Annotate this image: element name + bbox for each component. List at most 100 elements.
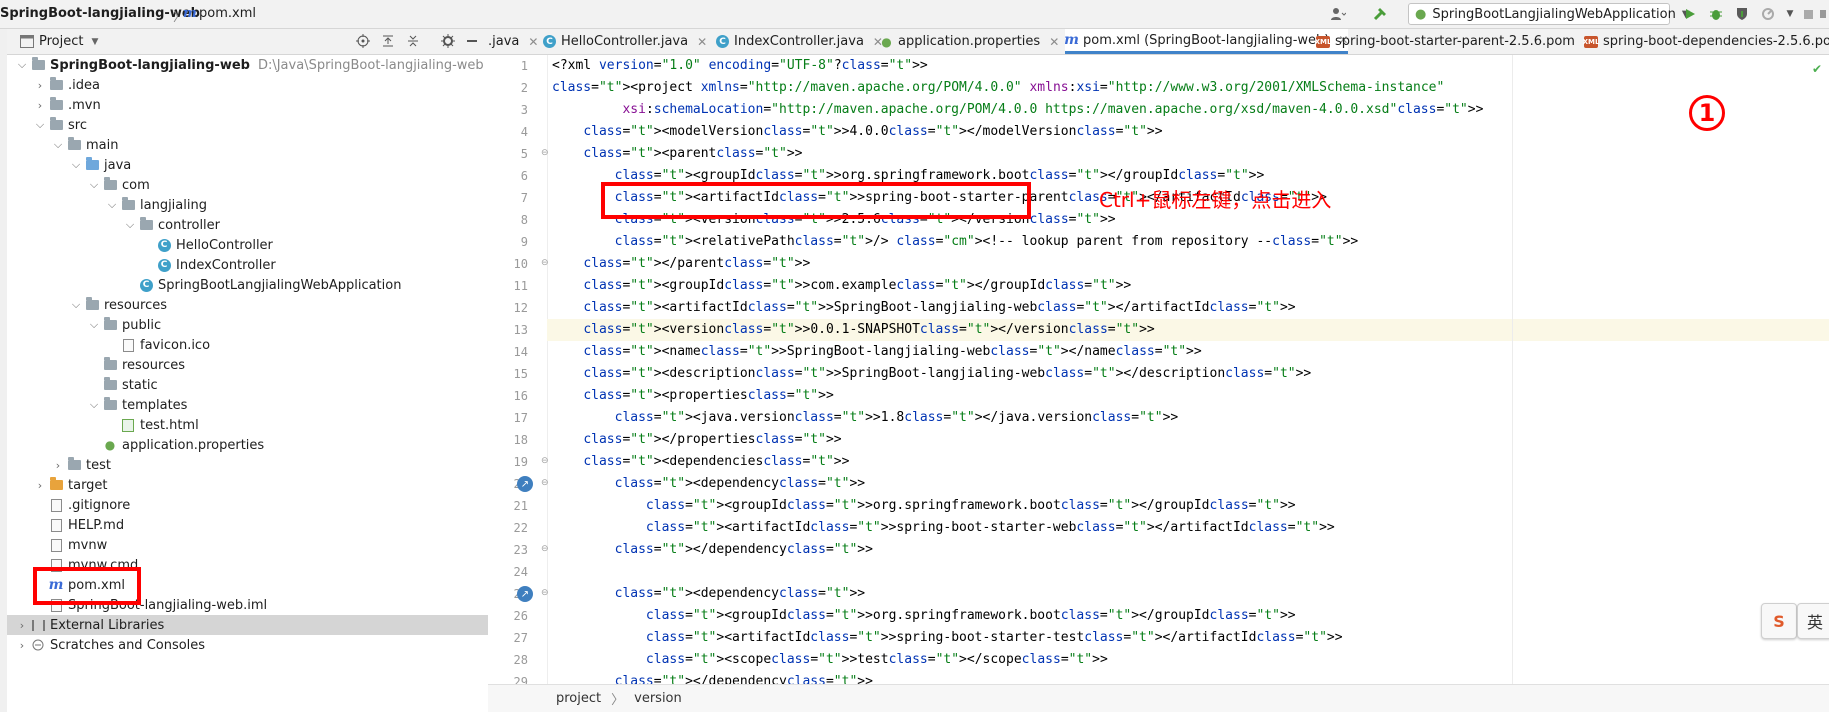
breadcrumb-item-project[interactable]: project	[556, 691, 601, 706]
close-icon[interactable]: ✕	[697, 35, 707, 49]
code-line[interactable]: class="t"><groupIdclass="t">>org.springf…	[552, 605, 1296, 627]
sogou-ime-icon[interactable]: S	[1761, 603, 1797, 639]
tree-item[interactable]: ⌵ controller	[7, 215, 488, 235]
tree-item[interactable]: ⌵ java	[7, 155, 488, 175]
code-line[interactable]: class="t"><groupIdclass="t">>com.example…	[552, 275, 1131, 297]
chevron-right-icon[interactable]: ›	[52, 459, 64, 472]
tree-item[interactable]: › Scratches and Consoles	[7, 635, 488, 655]
code-line[interactable]: class="t"></dependencyclass="t">>	[552, 671, 873, 684]
fold-icon[interactable]: ⊖	[541, 456, 549, 466]
coverage-icon[interactable]	[1732, 4, 1752, 24]
code-line[interactable]: class="t"><artifactIdclass="t">>SpringBo…	[552, 297, 1295, 319]
code-line[interactable]: class="t"><scopeclass="t">>testclass="t"…	[552, 649, 1108, 671]
chevron-down-icon[interactable]: ⌵	[106, 198, 118, 212]
close-icon[interactable]: ✕	[1049, 35, 1059, 49]
chevron-down-icon[interactable]: ⌵	[52, 138, 64, 152]
code-line[interactable]: <?xml version="1.0" encoding="UTF-8"?cla…	[552, 55, 928, 77]
chevron-down-icon[interactable]: ▼	[1780, 4, 1800, 24]
code-line[interactable]: class="t"></propertiesclass="t">>	[552, 429, 841, 451]
navigate-dependency-icon[interactable]: ↗	[517, 586, 533, 602]
project-panel-title[interactable]: Project	[39, 34, 83, 49]
chevron-down-icon[interactable]: ⌵	[34, 118, 46, 132]
tree-item[interactable]: .gitignore	[7, 495, 488, 515]
tree-item[interactable]: ⌵ src	[7, 115, 488, 135]
stop-icon[interactable]	[1798, 4, 1818, 24]
code-line[interactable]: class="t"><propertiesclass="t">>	[552, 385, 833, 407]
chevron-down-icon[interactable]: ⌵	[88, 318, 100, 332]
chevron-right-icon[interactable]: ›	[16, 639, 28, 652]
user-icon[interactable]	[1328, 4, 1348, 24]
code-line[interactable]: class="t"><versionclass="t">>0.0.1-SNAPS…	[547, 319, 1829, 341]
fold-icon[interactable]: ⊖	[541, 258, 549, 268]
code-line[interactable]: class="t"><relativePathclass="t">/> clas…	[552, 231, 1359, 253]
editor-tab[interactable]: .java ✕	[488, 29, 538, 54]
code-editor[interactable]: 12345⊖678910⊖111213141516171819⊖20⊖↗2122…	[488, 55, 1829, 684]
code-line[interactable]: class="t"><project xmlns="http://maven.a…	[552, 77, 1444, 99]
close-icon[interactable]: ✕	[528, 35, 538, 49]
breadcrumb-item-version[interactable]: version	[634, 691, 682, 706]
tree-item[interactable]: favicon.ico	[7, 335, 488, 355]
tree-item[interactable]: › test	[7, 455, 488, 475]
debug-icon[interactable]	[1706, 4, 1726, 24]
hide-panel-icon[interactable]	[463, 32, 481, 50]
tree-item[interactable]: › target	[7, 475, 488, 495]
tree-item[interactable]: ⌵ com	[7, 175, 488, 195]
chevron-down-icon[interactable]: ⌵	[70, 298, 82, 312]
build-hammer-icon[interactable]	[1370, 4, 1390, 24]
run-configuration-select[interactable]: ● SpringBootLangjialingWebApplication ▼	[1408, 3, 1690, 25]
editor-tab[interactable]: C HelloController.java ✕	[543, 29, 707, 54]
chevron-right-icon[interactable]: ›	[16, 619, 28, 632]
tree-item[interactable]: › External Libraries	[7, 615, 488, 635]
tree-item[interactable]: test.html	[7, 415, 488, 435]
profiler-icon[interactable]	[1758, 4, 1778, 24]
editor-tab[interactable]: XMLspring-boot-starter-parent-2.5.6.pom✕	[1315, 29, 1594, 54]
tree-item[interactable]: static	[7, 375, 488, 395]
collapse-all-icon[interactable]	[404, 32, 422, 50]
tree-item[interactable]: resources	[7, 355, 488, 375]
ime-language-toggle[interactable]: 英	[1797, 603, 1829, 639]
tree-item[interactable]: ⌵ SpringBoot-langjialing-web D:\Java\Sprin…	[7, 55, 488, 75]
chevron-down-icon[interactable]: ⌵	[16, 58, 28, 72]
more-icon[interactable]	[1816, 4, 1829, 24]
inspection-ok-icon[interactable]: ✔	[1812, 62, 1822, 76]
tree-item[interactable]: ⌵ public	[7, 315, 488, 335]
code-line[interactable]: class="t"><parentclass="t">>	[552, 143, 802, 165]
breadcrumb-project[interactable]: SpringBoot-langjialing-web	[0, 6, 200, 21]
breadcrumb-file[interactable]: pom.xml	[199, 6, 256, 21]
code-line[interactable]: xsi:schemaLocation="http://maven.apache.…	[552, 99, 1483, 121]
tree-item[interactable]: ⌵ templates	[7, 395, 488, 415]
editor-tab[interactable]: XMLspring-boot-dependencies-2.5.6.pom✕	[1583, 29, 1829, 54]
run-icon[interactable]	[1680, 4, 1700, 24]
tree-item[interactable]: HELP.md	[7, 515, 488, 535]
code-line[interactable]: class="t"><java.versionclass="t">>1.8cla…	[552, 407, 1179, 429]
code-line[interactable]: class="t"><dependenciesclass="t">>	[552, 451, 849, 473]
code-line[interactable]: class="t"><groupIdclass="t">>org.springf…	[552, 495, 1296, 517]
editor-tab[interactable]: m pom.xml (SpringBoot-langjialing-web) ✕	[1064, 29, 1349, 54]
chevron-down-icon[interactable]: ⌵	[124, 218, 136, 232]
code-line[interactable]: class="t"><nameclass="t">>SpringBoot-lan…	[552, 341, 1201, 363]
tree-item[interactable]: ⌵ resources	[7, 295, 488, 315]
fold-icon[interactable]: ⊖	[541, 478, 549, 488]
tree-item[interactable]: ● application.properties	[7, 435, 488, 455]
code-line[interactable]: class="t"><modelVersionclass="t">>4.0.0c…	[552, 121, 1162, 143]
tree-item[interactable]: ⌵ langjialing	[7, 195, 488, 215]
locate-icon[interactable]	[354, 32, 372, 50]
tree-item[interactable]: C IndexController	[7, 255, 488, 275]
line-number-gutter[interactable]: 12345⊖678910⊖111213141516171819⊖20⊖↗2122…	[488, 55, 549, 684]
chevron-down-icon[interactable]: ▼	[91, 37, 98, 47]
chevron-right-icon[interactable]: ›	[34, 479, 46, 492]
code-line[interactable]: class="t"><descriptionclass="t">>SpringB…	[552, 363, 1311, 385]
chevron-right-icon[interactable]: ›	[34, 99, 46, 112]
chevron-down-icon[interactable]: ⌵	[88, 398, 100, 412]
expand-all-icon[interactable]	[379, 32, 397, 50]
code-line[interactable]: class="t"></dependencyclass="t">>	[552, 539, 873, 561]
tree-item[interactable]: C HelloController	[7, 235, 488, 255]
gear-icon[interactable]	[439, 32, 457, 50]
chevron-down-icon[interactable]: ⌵	[70, 158, 82, 172]
fold-icon[interactable]: ⊖	[541, 148, 549, 158]
code-line[interactable]: class="t"><artifactIdclass="t">>spring-b…	[552, 517, 1335, 539]
project-tree[interactable]: ⌵ SpringBoot-langjialing-web D:\Java\Sprin…	[7, 55, 488, 712]
tree-item[interactable]: mvnw	[7, 535, 488, 555]
code-line[interactable]: class="t"></parentclass="t">>	[552, 253, 810, 275]
code-line[interactable]: class="t"><dependencyclass="t">>	[552, 473, 865, 495]
